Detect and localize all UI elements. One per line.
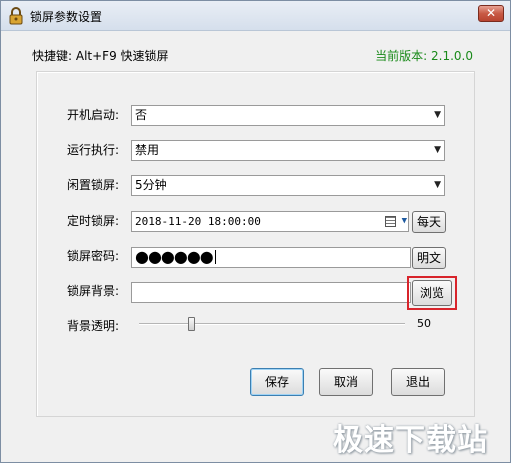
daily-button[interactable]: 每天 [412, 211, 446, 233]
password-mask: ●●●●●● [135, 247, 214, 266]
timed-lock-label: 定时锁屏: [67, 214, 120, 228]
chevron-down-icon: ▼ [434, 110, 441, 120]
opacity-label: 背景透明: [67, 319, 120, 333]
password-label: 锁屏密码: [67, 249, 120, 263]
run-exec-value: 禁用 [135, 143, 160, 157]
calendar-icon[interactable] [385, 216, 396, 227]
chevron-down-icon[interactable]: ▼ [402, 212, 407, 231]
timed-lock-datetime[interactable]: 2018-11-20 18:00:00 ▼ [131, 211, 409, 232]
background-path-input[interactable] [131, 282, 411, 303]
run-exec-label: 运行执行: [67, 143, 120, 157]
startup-select[interactable]: 否 ▼ [131, 105, 445, 126]
close-icon: ✕ [485, 6, 497, 20]
startup-value: 否 [135, 108, 148, 122]
hotkey-hint: 快捷键: Alt+F9 快速锁屏 [32, 49, 169, 63]
idle-lock-select[interactable]: 5分钟 ▼ [131, 175, 445, 196]
exit-button[interactable]: 退出 [391, 368, 445, 396]
save-button[interactable]: 保存 [250, 368, 304, 396]
annotation-highlight-box [407, 276, 457, 310]
run-exec-select[interactable]: 禁用 ▼ [131, 140, 445, 161]
title-bar[interactable]: 锁屏参数设置 ✕ [1, 1, 510, 31]
opacity-slider-track[interactable] [139, 323, 405, 325]
chevron-down-icon: ▼ [434, 180, 441, 190]
padlock-icon [9, 7, 23, 25]
watermark: 极速下载站 [333, 423, 488, 458]
settings-window: 锁屏参数设置 ✕ 快捷键: Alt+F9 快速锁屏 当前版本: 2.1.0.0 … [0, 0, 511, 463]
chevron-down-icon: ▼ [434, 145, 441, 155]
idle-lock-label: 闲置锁屏: [67, 178, 120, 192]
cancel-button[interactable]: 取消 [319, 368, 373, 396]
version-label: 当前版本: 2.1.0.0 [375, 49, 473, 63]
opacity-value: 50 [417, 317, 431, 330]
timed-lock-value: 2018-11-20 18:00:00 [135, 215, 261, 228]
show-password-button[interactable]: 明文 [412, 247, 446, 269]
window-title: 锁屏参数设置 [30, 10, 103, 24]
idle-lock-value: 5分钟 [135, 178, 167, 192]
startup-label: 开机启动: [67, 108, 120, 122]
close-button[interactable]: ✕ [478, 5, 504, 22]
password-input[interactable]: ●●●●●● [131, 247, 411, 268]
opacity-slider-thumb[interactable] [188, 317, 195, 331]
text-caret [214, 250, 216, 264]
background-label: 锁屏背景: [67, 284, 120, 298]
